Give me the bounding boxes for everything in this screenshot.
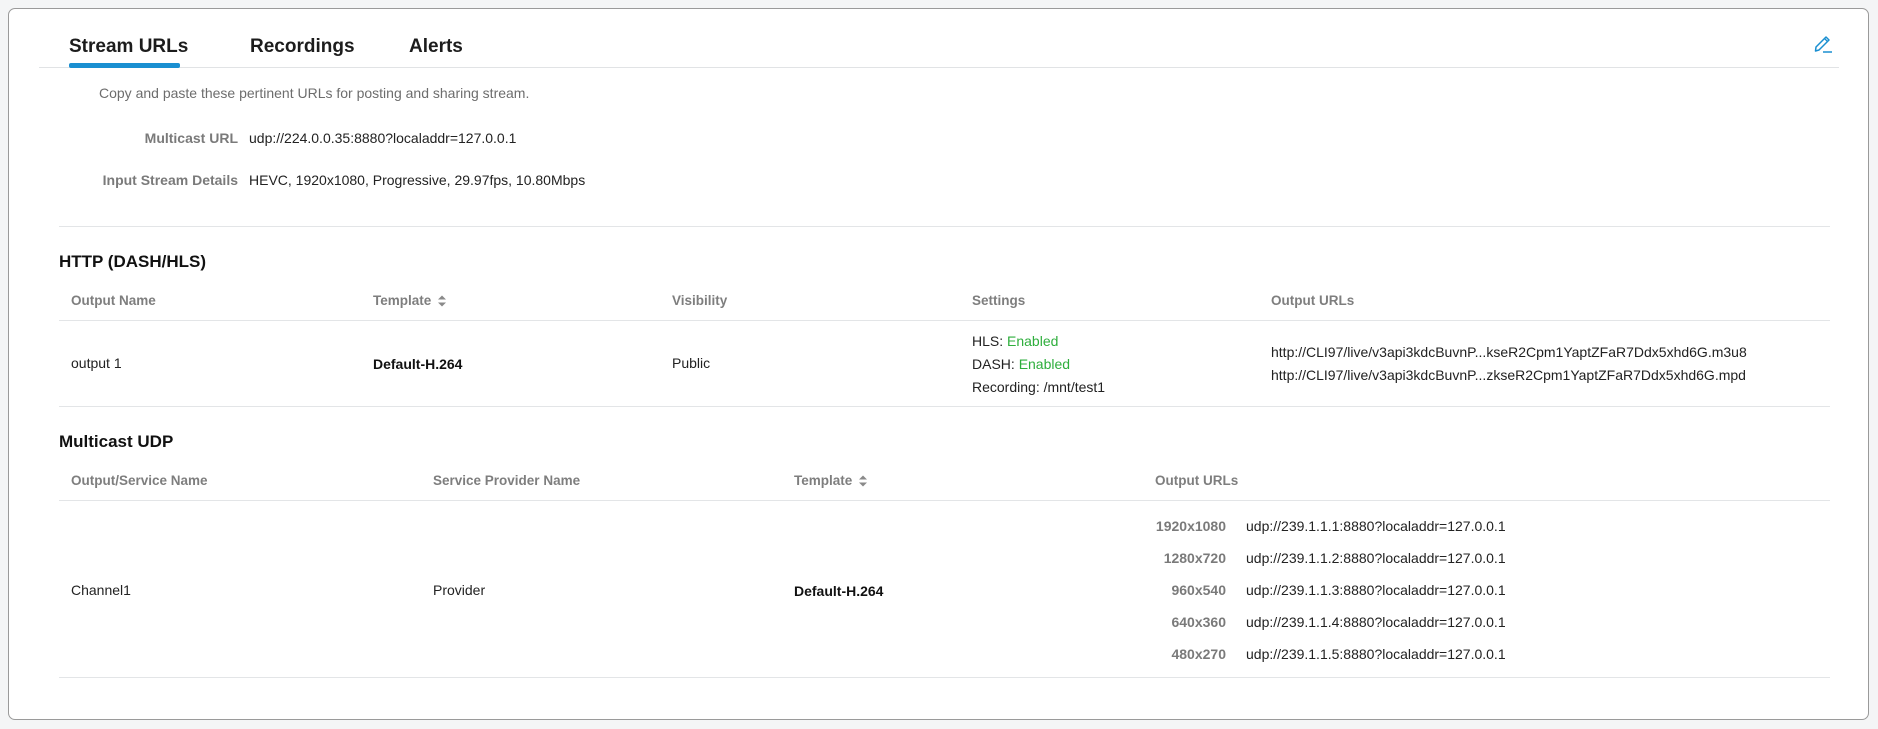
- table-header-divider: [59, 500, 1830, 501]
- header-template-label: Template: [373, 293, 432, 308]
- dash-status: Enabled: [1018, 356, 1071, 372]
- page-subtitle: Copy and paste these pertinent URLs for …: [99, 85, 530, 101]
- header-visibility: Visibility: [672, 293, 728, 308]
- http-template: Default-H.264: [373, 356, 463, 372]
- header-settings: Settings: [972, 293, 1026, 308]
- udp-output-url[interactable]: udp://239.1.1.4:8880?localaddr=127.0.0.1: [1246, 614, 1506, 630]
- udp-provider-name: Provider: [433, 582, 486, 598]
- setting-recording: Recording: /mnt/test1: [972, 379, 1105, 395]
- tab-recordings[interactable]: Recordings: [250, 36, 355, 58]
- multicast-section-title: Multicast UDP: [59, 432, 174, 451]
- setting-dash: DASH: Enabled: [972, 356, 1070, 372]
- setting-hls: HLS: Enabled: [972, 333, 1058, 349]
- udp-output-url[interactable]: udp://239.1.1.2:8880?localaddr=127.0.0.1: [1246, 550, 1506, 566]
- header-udp-template: Template: [794, 473, 868, 488]
- dash-label: DASH:: [972, 356, 1015, 372]
- input-stream-value: HEVC, 1920x1080, Progressive, 29.97fps, …: [249, 172, 586, 188]
- multicast-url-value: udp://224.0.0.35:8880?localaddr=127.0.0.…: [249, 130, 517, 146]
- udp-resolution: 1280x720: [1163, 550, 1226, 566]
- udp-resolution: 960x540: [1171, 582, 1226, 598]
- udp-resolution: 640x360: [1171, 614, 1226, 630]
- http-output-url-hls[interactable]: http://CLI97/live/v3api3kdcBuvnP...kseR2…: [1271, 344, 1747, 360]
- sort-icon[interactable]: [437, 294, 447, 308]
- table-row-divider: [59, 406, 1830, 407]
- udp-output-url[interactable]: udp://239.1.1.1:8880?localaddr=127.0.0.1: [1246, 518, 1506, 534]
- input-stream-label: Input Stream Details: [102, 172, 238, 188]
- header-output-urls: Output URLs: [1271, 293, 1355, 308]
- table-header-divider: [59, 320, 1830, 321]
- tab-stream-urls[interactable]: Stream URLs: [69, 36, 188, 58]
- udp-service-name: Channel1: [71, 582, 131, 598]
- http-output-name: output 1: [71, 355, 122, 371]
- udp-resolution: 480x270: [1171, 646, 1226, 662]
- recording-label: Recording:: [972, 379, 1040, 395]
- hls-label: HLS:: [972, 333, 1004, 349]
- udp-resolution: 1920x1080: [1155, 518, 1226, 534]
- hls-status: Enabled: [1007, 333, 1059, 349]
- udp-output-url[interactable]: udp://239.1.1.3:8880?localaddr=127.0.0.1: [1246, 582, 1506, 598]
- multicast-url-label: Multicast URL: [144, 130, 238, 146]
- active-tab-indicator: [69, 63, 180, 68]
- tab-alerts[interactable]: Alerts: [409, 36, 463, 58]
- tab-bar: Stream URLs Recordings Alerts: [39, 9, 1839, 68]
- section-divider: [59, 226, 1830, 227]
- http-section-title: HTTP (DASH/HLS): [59, 252, 207, 271]
- header-provider-name: Service Provider Name: [433, 473, 581, 488]
- header-template: Template: [373, 293, 447, 308]
- header-output-name: Output Name: [71, 293, 156, 308]
- header-udp-output-urls: Output URLs: [1155, 473, 1239, 488]
- recording-path: /mnt/test1: [1043, 379, 1106, 395]
- header-udp-template-label: Template: [794, 473, 853, 488]
- stream-details-panel: Stream URLs Recordings Alerts Copy and p…: [8, 8, 1869, 720]
- udp-template: Default-H.264: [794, 583, 884, 599]
- sort-icon[interactable]: [858, 474, 868, 488]
- http-output-url-dash[interactable]: http://CLI97/live/v3api3kdcBuvnP...zkseR…: [1271, 367, 1746, 383]
- table-row-divider: [59, 677, 1830, 678]
- http-visibility: Public: [672, 355, 711, 371]
- header-service-name: Output/Service Name: [71, 473, 208, 488]
- udp-output-url[interactable]: udp://239.1.1.5:8880?localaddr=127.0.0.1: [1246, 646, 1506, 662]
